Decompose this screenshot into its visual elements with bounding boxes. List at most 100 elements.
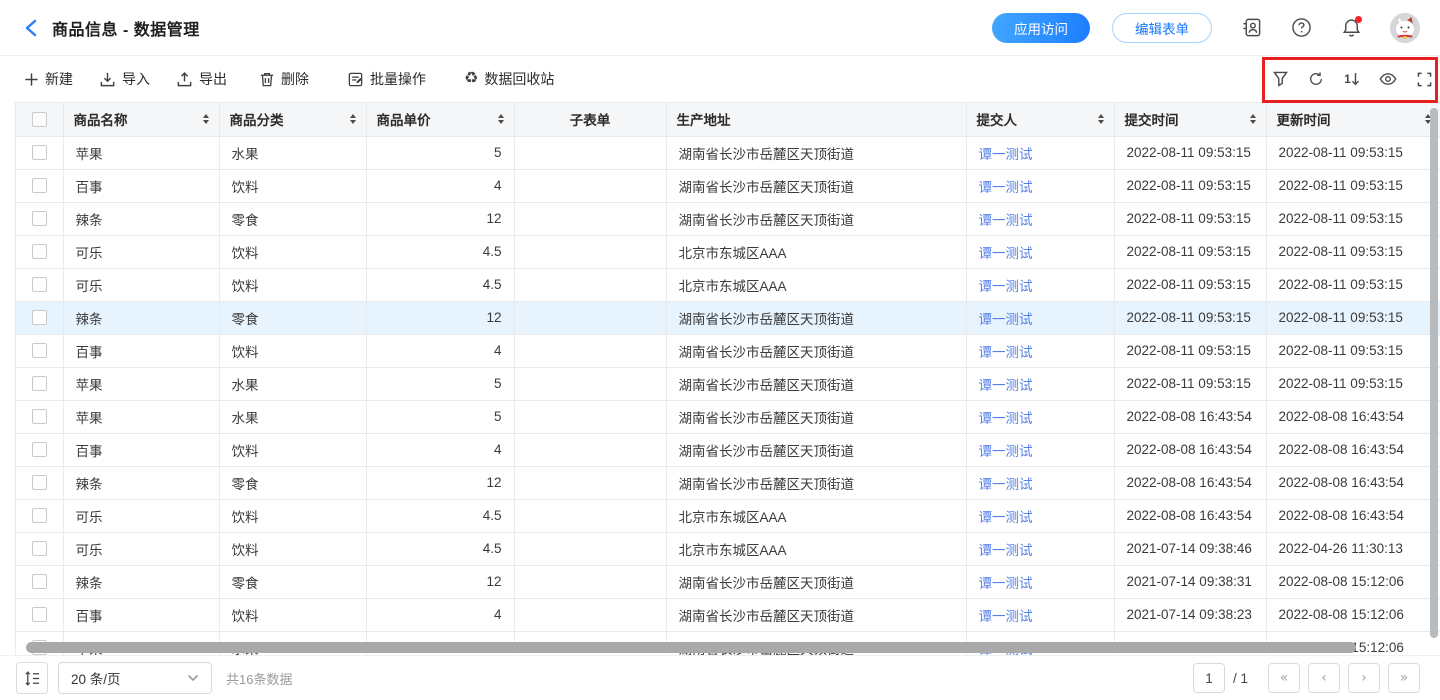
fullscreen-button[interactable]	[1415, 70, 1433, 88]
row-checkbox[interactable]	[32, 409, 47, 424]
first-page-button[interactable]: «	[1268, 663, 1300, 693]
submitter-link[interactable]: 谭一测试	[979, 312, 1033, 327]
table-row[interactable]: 可乐饮料4.5北京市东城区AAA谭一测试2022-08-11 09:53:152…	[16, 268, 1440, 301]
table-row[interactable]: 百事饮料4湖南省长沙市岳麓区天顶街道谭一测试2022-08-11 09:53:1…	[16, 169, 1440, 202]
batch-operation-button[interactable]: 批量操作	[347, 69, 426, 89]
table-row[interactable]: 百事饮料4湖南省长沙市岳麓区天顶街道谭一测试2021-07-14 09:38:2…	[16, 598, 1440, 631]
row-checkbox[interactable]	[32, 145, 47, 160]
sort-arrows-icon[interactable]	[1250, 114, 1256, 124]
app-access-button[interactable]: 应用访问	[992, 13, 1090, 43]
prev-page-button[interactable]: ‹	[1308, 663, 1340, 693]
cell-submitter: 谭一测试	[966, 400, 1114, 433]
sort-arrows-icon[interactable]	[203, 114, 209, 124]
column-header[interactable]: 商品单价	[366, 103, 514, 136]
submitter-link[interactable]: 谭一测试	[979, 213, 1033, 228]
cell-address: 北京市东城区AAA	[666, 532, 966, 565]
last-page-button[interactable]: »	[1388, 663, 1420, 693]
contacts-button[interactable]	[1240, 17, 1262, 39]
table-row[interactable]: 苹果水果5湖南省长沙市岳麓区天顶街道谭一测试2022-08-11 09:53:1…	[16, 367, 1440, 400]
cell-category: 饮料	[219, 268, 366, 301]
submitter-link[interactable]: 谭一测试	[979, 180, 1033, 195]
row-checkbox[interactable]	[32, 475, 47, 490]
submitter-link[interactable]: 谭一测试	[979, 510, 1033, 525]
refresh-button[interactable]	[1307, 70, 1325, 88]
cell-category: 水果	[219, 367, 366, 400]
table-row[interactable]: 可乐饮料4.5北京市东城区AAA谭一测试2022-08-08 16:43:542…	[16, 499, 1440, 532]
row-checkbox[interactable]	[32, 376, 47, 391]
row-checkbox[interactable]	[32, 244, 47, 259]
page-size-select[interactable]: 20 条/页	[58, 662, 212, 694]
new-button[interactable]: 新建	[24, 69, 73, 89]
page-number-input[interactable]: 1	[1193, 663, 1225, 693]
cell-subform	[514, 466, 666, 499]
cell-category: 饮料	[219, 235, 366, 268]
row-density-button[interactable]	[16, 662, 48, 694]
row-checkbox[interactable]	[32, 211, 47, 226]
table-row[interactable]: 百事饮料4湖南省长沙市岳麓区天顶街道谭一测试2022-08-11 09:53:1…	[16, 334, 1440, 367]
submitter-link[interactable]: 谭一测试	[979, 411, 1033, 426]
sort-arrows-icon[interactable]	[350, 114, 356, 124]
submitter-link[interactable]: 谭一测试	[979, 279, 1033, 294]
cell-product-name: 可乐	[63, 235, 219, 268]
row-checkbox[interactable]	[32, 277, 47, 292]
help-button[interactable]	[1290, 17, 1312, 39]
table-row[interactable]: 苹果水果5湖南省长沙市岳麓区天顶街道谭一测试2022-08-08 16:43:5…	[16, 400, 1440, 433]
submitter-link[interactable]: 谭一测试	[979, 378, 1033, 393]
submitter-link[interactable]: 谭一测试	[979, 576, 1033, 591]
row-checkbox[interactable]	[32, 343, 47, 358]
edit-form-button[interactable]: 编辑表单	[1112, 13, 1212, 43]
row-checkbox[interactable]	[32, 178, 47, 193]
vertical-scrollbar[interactable]	[1430, 108, 1438, 638]
row-checkbox[interactable]	[32, 508, 47, 523]
column-header[interactable]: 提交人	[966, 103, 1114, 136]
row-checkbox[interactable]	[32, 442, 47, 457]
avatar[interactable]	[1390, 13, 1420, 43]
column-header[interactable]: 更新时间	[1266, 103, 1440, 136]
page-size-value: 20 条/页	[71, 668, 121, 688]
submitter-link[interactable]: 谭一测试	[979, 147, 1033, 162]
cell-address: 湖南省长沙市岳麓区天顶街道	[666, 433, 966, 466]
table-row[interactable]: 辣条零食12湖南省长沙市岳麓区天顶街道谭一测试2021-07-14 09:38:…	[16, 565, 1440, 598]
column-header[interactable]: 商品分类	[219, 103, 366, 136]
table-row[interactable]: 可乐饮料4.5北京市东城区AAA谭一测试2022-08-11 09:53:152…	[16, 235, 1440, 268]
cell-address: 湖南省长沙市岳麓区天顶街道	[666, 367, 966, 400]
table-row[interactable]: 辣条零食12湖南省长沙市岳麓区天顶街道谭一测试2022-08-08 16:43:…	[16, 466, 1440, 499]
contacts-icon	[1241, 17, 1262, 38]
sort-arrows-icon[interactable]	[498, 114, 504, 124]
delete-button[interactable]: 删除	[259, 69, 309, 89]
import-button[interactable]: 导入	[99, 69, 150, 89]
row-checkbox[interactable]	[32, 574, 47, 589]
table-row[interactable]: 苹果水果5湖南省长沙市岳麓区天顶街道谭一测试2022-08-11 09:53:1…	[16, 136, 1440, 169]
select-all-checkbox[interactable]	[32, 112, 47, 127]
submitter-link[interactable]: 谭一测试	[979, 444, 1033, 459]
submitter-link[interactable]: 谭一测试	[979, 246, 1033, 261]
submitter-link[interactable]: 谭一测试	[979, 345, 1033, 360]
row-checkbox[interactable]	[32, 541, 47, 556]
column-header[interactable]: 商品名称	[63, 103, 219, 136]
horizontal-scrollbar[interactable]	[26, 642, 1356, 653]
table-row[interactable]: 百事饮料4湖南省长沙市岳麓区天顶街道谭一测试2022-08-08 16:43:5…	[16, 433, 1440, 466]
notifications-button[interactable]	[1340, 17, 1362, 39]
next-page-button[interactable]: ›	[1348, 663, 1380, 693]
column-visibility-button[interactable]	[1379, 70, 1397, 88]
submitter-link[interactable]: 谭一测试	[979, 477, 1033, 492]
submitter-link[interactable]: 谭一测试	[979, 543, 1033, 558]
table-row[interactable]: 可乐饮料4.5北京市东城区AAA谭一测试2021-07-14 09:38:462…	[16, 532, 1440, 565]
cell-update-time: 2022-08-08 15:12:06	[1266, 598, 1440, 631]
cell-subform	[514, 268, 666, 301]
row-checkbox[interactable]	[32, 607, 47, 622]
table-row[interactable]: 辣条零食12湖南省长沙市岳麓区天顶街道谭一测试2022-08-11 09:53:…	[16, 301, 1440, 334]
back-button[interactable]	[20, 17, 42, 39]
export-button[interactable]: 导出	[176, 69, 227, 89]
cell-submitter: 谭一测试	[966, 466, 1114, 499]
table-row[interactable]: 辣条零食12湖南省长沙市岳麓区天顶街道谭一测试2022-08-11 09:53:…	[16, 202, 1440, 235]
recycle-bin-button[interactable]: ♻ 数据回收站	[464, 69, 554, 89]
sort-arrows-icon[interactable]	[1098, 114, 1104, 124]
submitter-link[interactable]: 谭一测试	[979, 609, 1033, 624]
row-checkbox[interactable]	[32, 310, 47, 325]
sort-order-button[interactable]: 1	[1343, 70, 1361, 88]
cell-submit-time: 2022-08-11 09:53:15	[1114, 268, 1266, 301]
filter-button[interactable]	[1271, 70, 1289, 88]
footer: 20 条/页 共16条数据 1 / 1 « ‹ › »	[0, 655, 1440, 700]
column-header[interactable]: 提交时间	[1114, 103, 1266, 136]
